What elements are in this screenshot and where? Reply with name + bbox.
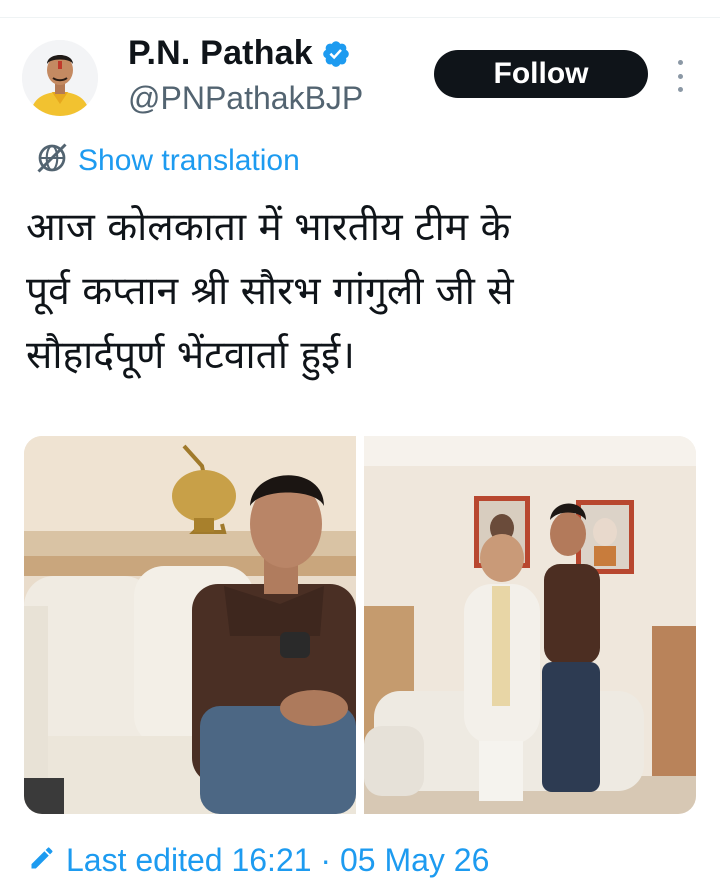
- author-name-row: P.N. Pathak: [128, 34, 351, 73]
- pencil-icon: [28, 844, 56, 877]
- globe-slash-icon: [34, 140, 70, 181]
- more-options-icon[interactable]: [670, 60, 690, 92]
- verified-badge-icon: [321, 39, 351, 69]
- show-translation-label[interactable]: Show translation: [78, 144, 300, 178]
- author-handle[interactable]: @PNPathakBJP: [128, 80, 363, 117]
- tweet-text-line: पूर्व कप्तान श्री सौरभ गांगुली जी से: [26, 269, 514, 314]
- top-divider: [0, 17, 720, 18]
- show-translation-link[interactable]: Show translation: [34, 140, 300, 181]
- follow-button[interactable]: Follow: [434, 50, 648, 98]
- media-photo-1[interactable]: [24, 436, 356, 814]
- author-avatar[interactable]: [22, 40, 98, 116]
- tweet-text: आज कोलकाता में भारतीय टीम के पूर्व कप्ता…: [26, 196, 686, 388]
- tweet-text-line: सौहार्दपूर्ण भेंटवार्ता हुई।: [26, 333, 355, 378]
- tweet-text-line: आज कोलकाता में भारतीय टीम के: [26, 205, 511, 250]
- last-edited-label[interactable]: Last edited 16:21 · 05 May 26: [66, 842, 489, 879]
- last-edited-info[interactable]: Last edited 16:21 · 05 May 26: [28, 842, 489, 879]
- author-name[interactable]: P.N. Pathak: [128, 34, 313, 73]
- media-photo-2[interactable]: [364, 436, 696, 814]
